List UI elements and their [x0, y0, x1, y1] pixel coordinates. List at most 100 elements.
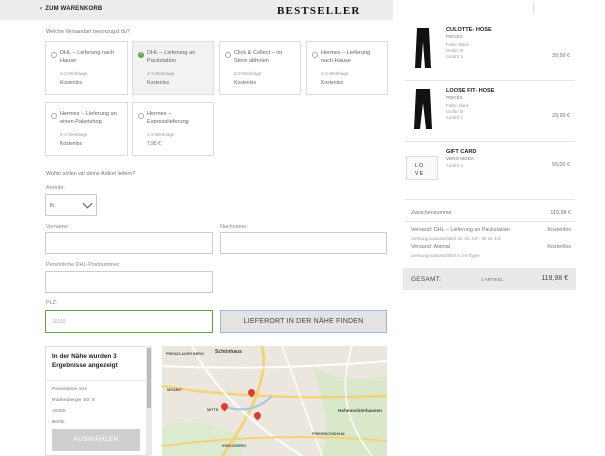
item-attr: Anzahl: 1 [446, 54, 464, 59]
postnumber-input[interactable] [45, 271, 213, 293]
results-scrollbar[interactable] [146, 346, 152, 456]
pants-icon [408, 87, 438, 131]
map-label: MITTE [207, 408, 219, 412]
map-label: PRENZLAUER BERG [166, 352, 204, 356]
result-address-line: Packstation 104 [52, 387, 87, 392]
option-title: DHL – Lieferung nach Hause [60, 50, 115, 64]
svg-text:L O: L O [415, 163, 423, 169]
results-heading: In der Nähe wurden 3 Ergebnisse angezeig… [52, 353, 118, 369]
result-address-line: 10435 [52, 409, 66, 414]
logo: BESTSELLER [277, 5, 361, 17]
divider [405, 141, 575, 142]
map-label: MOABIT [167, 388, 182, 392]
subtotal-value: 119,98 € [550, 210, 571, 216]
shipping-row: Versand: Animal Kostenlos [411, 244, 571, 250]
radio-button-selected[interactable] [138, 51, 144, 58]
shipping-option-hermes-home[interactable]: Hermes – Lieferung nach Hause 2-3 Werkta… [306, 41, 388, 95]
map-label: Hohenschönhausen [338, 408, 382, 413]
map-roads [162, 346, 387, 456]
option-days: 2-3 Werktage [234, 71, 262, 76]
option-price: Kostenlos [60, 80, 82, 86]
shipping-option-dhl-home[interactable]: DHL – Lieferung nach Hause 2-3 Werktage … [45, 41, 128, 95]
zip-input[interactable]: 10115 [45, 310, 213, 333]
map-label: KREUZBERG [222, 444, 247, 448]
item-price: 50,00 € [552, 162, 570, 168]
option-days: 2-3 Werktage [321, 71, 349, 76]
item-name: CULOTTE- HOSE [446, 27, 492, 33]
item-attr: Farbe: black [446, 103, 469, 108]
item-brand: PIECES [446, 34, 463, 39]
select-location-button[interactable]: AUSWÄHLEN [52, 429, 140, 451]
option-days: 2-3 Werktage [147, 71, 175, 76]
radio-button[interactable] [138, 113, 144, 119]
divider [46, 380, 151, 381]
salutation-select[interactable]: Fr. [45, 194, 97, 216]
divider [405, 221, 575, 222]
option-days: 1-2 Werktage [147, 132, 175, 137]
shipping-option-dhl-packstation[interactable]: DHL – Lieferung an Packstation 2-3 Werkt… [132, 41, 214, 95]
firstname-input[interactable] [45, 232, 213, 254]
shipping-question: Welche Versandart bevorzugst du? [46, 29, 130, 35]
option-title: Hermes – Lieferung nach Hause [321, 50, 371, 64]
scrollbar-thumb[interactable] [147, 348, 151, 408]
lastname-input[interactable] [220, 232, 387, 254]
divider [405, 199, 575, 200]
zip-label: PLZ: [46, 300, 58, 306]
total-row: GESAMT: 3 ARTIKEL 119,98 € [403, 268, 576, 290]
option-price: Kostenlos [147, 80, 169, 86]
shipping-value: Kostenlos [547, 227, 571, 233]
option-days: 2-3 Werktage [60, 132, 88, 137]
lastname-label: Nachname: [220, 224, 248, 230]
right-header [393, 0, 605, 20]
shipping-label: Versand: DHL – Lieferung an Packstation [411, 227, 510, 233]
svg-text:V E: V E [415, 171, 424, 177]
back-to-cart-link[interactable]: ‹ ZUM WARENKORB [40, 6, 102, 12]
cart-item: L O V E GIFT CARD VERO MODA Anzahl: 1 50,… [402, 146, 582, 190]
result-address-line: Berlin [52, 420, 65, 425]
salutation-label: Anrede: [46, 185, 65, 191]
address-question: Wohin sollen wir deine Artikel liefern? [46, 171, 136, 177]
back-label: ZUM WARENKORB [45, 6, 103, 12]
shipping-option-hermes-express[interactable]: Hermes – Expresslieferung 1-2 Werktage 7… [132, 102, 214, 156]
map-label: Schönhaus [215, 349, 242, 355]
radio-button[interactable] [51, 113, 57, 119]
item-attr: Anzahl: 1 [446, 115, 464, 120]
map-label: FRIEDRICHSHAIN [312, 432, 345, 436]
shipping-note: Lieferung voraussichtlich: Di. 16. Juli … [411, 236, 501, 241]
item-price: 39,99 € [552, 53, 570, 59]
shipping-option-click-collect[interactable]: Click & Collect – im Store abholen 2-3 W… [219, 41, 301, 95]
item-brand: VERO MODA [446, 156, 475, 161]
shipping-row: Versand: DHL – Lieferung an Packstation … [411, 227, 571, 233]
option-title: Hermes – Lieferung an einen Paketshop [60, 111, 117, 125]
total-value: 119,98 € [541, 275, 568, 282]
option-title: Hermes – Expresslieferung [147, 111, 189, 125]
divider [405, 80, 575, 81]
subtotal-row: Zwischensumme 119,98 € [411, 210, 571, 216]
total-label: GESAMT: [411, 276, 442, 283]
option-title: DHL – Lieferung an Packstation [147, 50, 196, 64]
radio-button[interactable] [51, 52, 57, 58]
radio-button[interactable] [312, 52, 318, 58]
item-brand: PIECES [446, 95, 463, 100]
option-price: Kostenlos [321, 80, 343, 86]
chevron-left-icon: ‹ [40, 6, 43, 12]
total-count: 3 ARTIKEL [481, 277, 504, 282]
option-price: Kostenlos [60, 141, 82, 147]
cart-item: CULOTTE- HOSE PIECES Farbe: black Größe:… [402, 22, 582, 72]
cart-item: LOOSE FIT- HOSE PIECES Farbe: black Größ… [402, 85, 582, 135]
item-price: 29,99 € [552, 113, 570, 119]
pants-icon [408, 26, 438, 70]
firstname-label: Vorname: [46, 224, 70, 230]
find-location-button[interactable]: LIEFERORT IN DER NÄHE FINDEN [220, 310, 387, 333]
map[interactable]: Schönhaus Hohenschönhausen PRENZLAUER BE… [162, 346, 387, 456]
radio-button[interactable] [225, 52, 231, 58]
gift-card-icon: L O V E [406, 156, 438, 180]
option-price: Kostenlos [234, 80, 256, 86]
shipping-note: Lieferung voraussichtlich in 3-5 Tagen [411, 253, 480, 258]
chevron-down-icon [82, 198, 93, 209]
subtotal-label: Zwischensumme [411, 210, 452, 216]
option-title: Click & Collect – im Store abholen [234, 50, 283, 64]
shipping-option-hermes-paketshop[interactable]: Hermes – Lieferung an einen Paketshop 2-… [45, 102, 128, 156]
item-attr: Größe: M [446, 109, 464, 114]
item-name: GIFT CARD [446, 149, 477, 155]
